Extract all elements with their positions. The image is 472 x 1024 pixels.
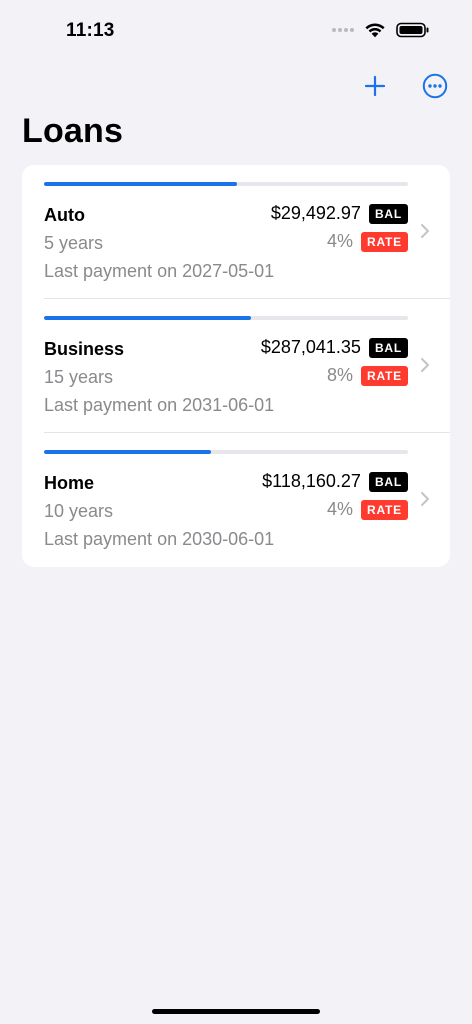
loan-balance: $118,160.27 — [262, 471, 361, 491]
balance-badge: BAL — [368, 337, 408, 358]
battery-icon — [396, 22, 429, 38]
progress-fill — [44, 316, 252, 320]
last-payment: Last payment on 2030-06-01 — [44, 529, 275, 549]
rate-badge: RATE — [361, 499, 408, 520]
more-options-button[interactable] — [419, 70, 451, 102]
rate-group: 8% RATE — [327, 365, 408, 386]
balance-group: $29,492.97 BAL — [271, 203, 408, 224]
rate-group: 4% RATE — [327, 499, 408, 520]
progress-bar — [44, 316, 408, 320]
page-title: Loans — [22, 112, 124, 150]
loan-name: Auto — [44, 205, 85, 225]
rate-badge: RATE — [361, 365, 408, 386]
loan-term: 15 years — [44, 367, 114, 387]
rate-badge: RATE — [361, 231, 408, 252]
chevron-right-icon — [421, 224, 429, 238]
chevron-right-icon — [421, 492, 429, 506]
status-bar: 11:13 — [0, 0, 472, 60]
progress-bar — [44, 182, 408, 186]
loan-balance: $287,041.35 — [260, 337, 361, 357]
cellular-signal-icon — [332, 28, 354, 32]
last-payment: Last payment on 2027-05-01 — [44, 261, 275, 281]
loan-balance: $29,492.97 — [270, 203, 361, 223]
rate-group: 4% RATE — [327, 231, 408, 252]
progress-bar — [44, 450, 408, 454]
loan-row-home[interactable]: Home $118,160.27 BAL 10 years 4% RATE La… — [22, 433, 450, 567]
last-payment: Last payment on 2031-06-01 — [44, 395, 275, 415]
status-icons — [332, 22, 430, 38]
plus-icon — [364, 75, 386, 97]
balance-group: $287,041.35 BAL — [261, 337, 408, 358]
loans-list: Auto $29,492.97 BAL 5 years 4% RATE Last… — [22, 165, 450, 567]
add-loan-button[interactable] — [359, 70, 391, 102]
nav-bar — [0, 66, 472, 106]
loan-rate: 4% — [327, 231, 354, 251]
loan-name: Home — [44, 473, 95, 493]
loan-name: Business — [44, 339, 125, 359]
loan-rate: 4% — [327, 499, 354, 519]
progress-fill — [44, 450, 212, 454]
balance-group: $118,160.27 BAL — [262, 471, 408, 492]
ellipsis-circle-icon — [422, 73, 448, 99]
loan-term: 10 years — [44, 501, 114, 521]
balance-badge: BAL — [368, 471, 408, 492]
home-indicator[interactable] — [152, 1009, 320, 1014]
status-time: 11:13 — [66, 20, 115, 41]
balance-badge: BAL — [368, 203, 408, 224]
chevron-right-icon — [421, 358, 429, 372]
wifi-icon — [365, 23, 385, 38]
loan-term: 5 years — [44, 233, 104, 253]
progress-fill — [44, 182, 237, 186]
loan-rate: 8% — [327, 365, 354, 385]
loan-row-auto[interactable]: Auto $29,492.97 BAL 5 years 4% RATE Last… — [22, 165, 450, 299]
loan-row-business[interactable]: Business $287,041.35 BAL 15 years 8% RAT… — [22, 299, 450, 433]
